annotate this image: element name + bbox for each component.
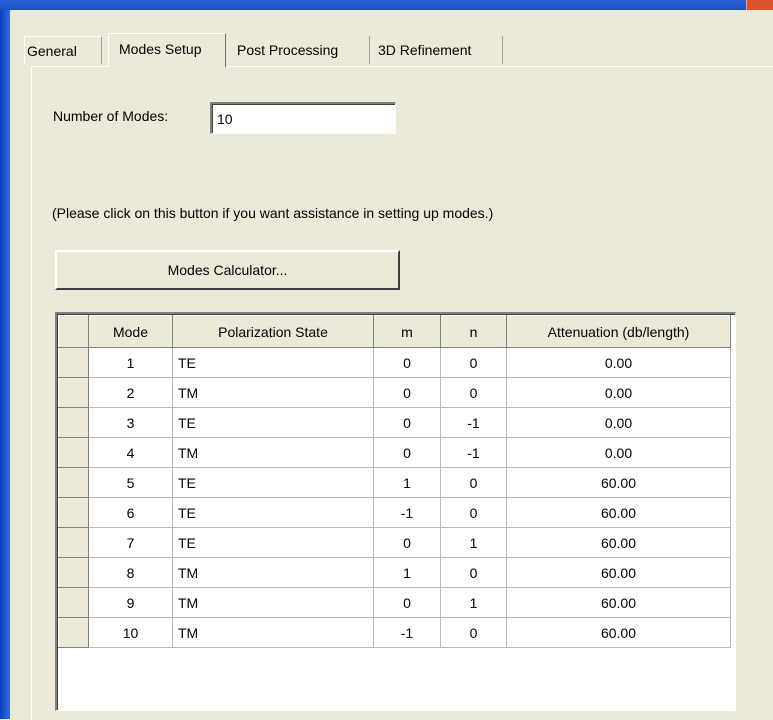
row-selector[interactable] [58,587,89,618]
cell-attenuation[interactable]: 60.00 [506,557,731,588]
cell-mode[interactable]: 9 [88,587,173,618]
row-selector[interactable] [58,467,89,498]
close-icon[interactable] [746,0,773,10]
num-modes-label: Number of Modes: [53,108,169,124]
row-selector[interactable] [58,497,89,528]
row-selector[interactable] [58,617,89,648]
cell-m[interactable]: 0 [373,437,441,468]
table-row[interactable]: 5 TE 1 0 60.00 [58,467,731,498]
cell-m[interactable]: -1 [373,617,441,648]
cell-mode[interactable]: 4 [88,437,173,468]
cell-polarization[interactable]: TE [172,407,374,438]
table-row[interactable]: 9 TM 0 1 60.00 [58,587,731,618]
cell-n[interactable]: 0 [440,467,507,498]
cell-m[interactable]: 1 [373,467,441,498]
cell-n[interactable]: -1 [440,437,507,468]
cell-polarization[interactable]: TM [172,437,374,468]
cell-attenuation[interactable]: 60.00 [506,467,731,498]
column-header-mode[interactable]: Mode [88,315,173,348]
cell-attenuation[interactable]: 60.00 [506,527,731,558]
cell-polarization[interactable]: TE [172,527,374,558]
cell-m[interactable]: 0 [373,377,441,408]
cell-mode[interactable]: 6 [88,497,173,528]
cell-polarization[interactable]: TE [172,347,374,378]
window-frame [0,10,10,719]
cell-mode[interactable]: 7 [88,527,173,558]
modes-table[interactable]: Mode Polarization State m n Attenuation … [55,312,736,711]
cell-polarization[interactable]: TM [172,587,374,618]
column-header-attenuation[interactable]: Attenuation (db/length) [506,315,731,348]
cell-polarization[interactable]: TE [172,497,374,528]
tab-modes-setup[interactable]: Modes Setup [108,33,226,67]
table-row[interactable]: 8 TM 1 0 60.00 [58,557,731,588]
cell-polarization[interactable]: TE [172,467,374,498]
cell-m[interactable]: 0 [373,347,441,378]
cell-polarization[interactable]: TM [172,557,374,588]
modes-calculator-button[interactable]: Modes Calculator... [55,250,400,290]
tab-general[interactable]: General [24,36,102,64]
cell-m[interactable]: 0 [373,527,441,558]
row-selector[interactable] [58,527,89,558]
column-header-n[interactable]: n [440,315,507,348]
table-row[interactable]: 3 TE 0 -1 0.00 [58,407,731,438]
cell-m[interactable]: -1 [373,497,441,528]
cell-attenuation[interactable]: 0.00 [506,377,731,408]
row-selector[interactable] [58,377,89,408]
cell-attenuation[interactable]: 60.00 [506,497,731,528]
column-header-m[interactable]: m [373,315,441,348]
tab-3d-refinement[interactable]: 3D Refinement [370,36,503,64]
cell-mode[interactable]: 8 [88,557,173,588]
cell-n[interactable]: 0 [440,617,507,648]
cell-mode[interactable]: 5 [88,467,173,498]
table-row[interactable]: 10 TM -1 0 60.00 [58,617,731,648]
cell-n[interactable]: 0 [440,557,507,588]
cell-mode[interactable]: 3 [88,407,173,438]
table-row[interactable]: 7 TE 0 1 60.00 [58,527,731,558]
corner-header [58,315,89,348]
table-row[interactable]: 4 TM 0 -1 0.00 [58,437,731,468]
tab-post-processing[interactable]: Post Processing [234,36,370,64]
cell-attenuation[interactable]: 0.00 [506,407,731,438]
table-row[interactable]: 1 TE 0 0 0.00 [58,347,731,378]
table-header: Mode Polarization State m n Attenuation … [58,315,731,348]
cell-m[interactable]: 1 [373,557,441,588]
row-selector[interactable] [58,557,89,588]
cell-mode[interactable]: 2 [88,377,173,408]
cell-n[interactable]: 1 [440,527,507,558]
cell-n[interactable]: 0 [440,377,507,408]
cell-n[interactable]: 0 [440,347,507,378]
cell-mode[interactable]: 10 [88,617,173,648]
row-selector[interactable] [58,437,89,468]
cell-n[interactable]: 1 [440,587,507,618]
cell-n[interactable]: 0 [440,497,507,528]
cell-m[interactable]: 0 [373,407,441,438]
num-modes-input[interactable] [210,102,396,134]
title-bar [0,0,773,10]
row-selector[interactable] [58,407,89,438]
table-row[interactable]: 6 TE -1 0 60.00 [58,497,731,528]
table-row[interactable]: 2 TM 0 0 0.00 [58,377,731,408]
cell-mode[interactable]: 1 [88,347,173,378]
cell-attenuation[interactable]: 0.00 [506,437,731,468]
cell-polarization[interactable]: TM [172,377,374,408]
cell-attenuation[interactable]: 0.00 [506,347,731,378]
column-header-polarization[interactable]: Polarization State [172,315,374,348]
cell-attenuation[interactable]: 60.00 [506,617,731,648]
cell-attenuation[interactable]: 60.00 [506,587,731,618]
cell-n[interactable]: -1 [440,407,507,438]
row-selector[interactable] [58,347,89,378]
cell-m[interactable]: 0 [373,587,441,618]
help-text: (Please click on this button if you want… [52,205,494,221]
cell-polarization[interactable]: TM [172,617,374,648]
